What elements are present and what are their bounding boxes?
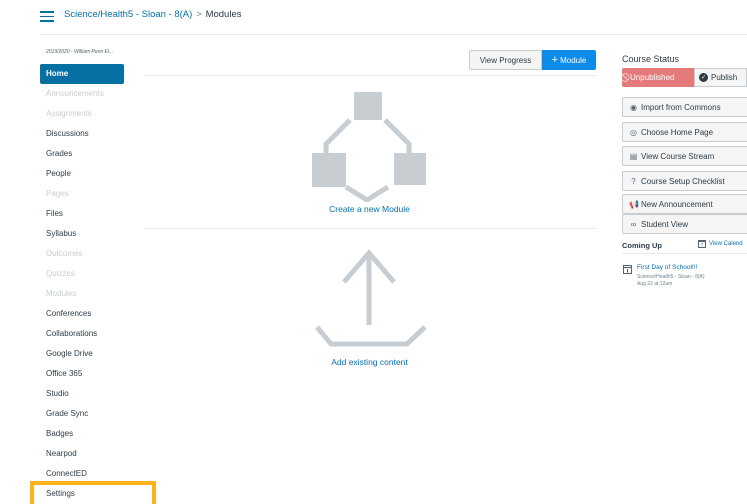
create-module-link[interactable]: Create a new Module <box>312 204 427 214</box>
module-graphic-icon <box>312 92 426 202</box>
plus-icon: + <box>551 53 559 66</box>
settings-highlight-box <box>30 481 156 504</box>
calendar-icon: 7 <box>698 240 706 248</box>
nav-item-collaborations[interactable]: Collaborations <box>40 324 124 344</box>
view-progress-button[interactable]: View Progress <box>469 50 542 70</box>
hamburger-menu-icon[interactable] <box>40 11 54 22</box>
upload-arrow-icon <box>315 249 427 347</box>
nav-item-people[interactable]: People <box>40 164 124 184</box>
term-label: 2019/2020 - William Penn El... <box>46 49 114 55</box>
course-setup-checklist-button[interactable]: ? Course Setup Checklist <box>622 171 747 191</box>
view-course-stream-button[interactable]: ▤ View Course Stream <box>622 146 747 166</box>
view-calendar-label: View Calend <box>709 241 743 247</box>
toolbar-divider <box>145 75 596 76</box>
nav-item-nearpod[interactable]: Nearpod <box>40 444 124 464</box>
new-announcement-button[interactable]: 📢 New Announcement <box>622 194 747 214</box>
target-icon: ◎ <box>630 127 637 137</box>
event-time: Aug 22 at 12am <box>637 281 673 287</box>
nav-item-google-drive[interactable]: Google Drive <box>40 344 124 364</box>
content-divider <box>145 228 596 229</box>
nav-item-pages[interactable]: Pages <box>40 184 124 204</box>
add-module-button[interactable]: + Module <box>542 50 596 70</box>
breadcrumb-course-link[interactable]: Science/Health5 - Sloan - 8(A) <box>64 9 192 20</box>
nav-item-conferences[interactable]: Conferences <box>40 304 124 324</box>
publish-button[interactable]: ✓ Publish <box>694 68 747 87</box>
student-view-button[interactable]: ∞ Student View <box>622 214 747 234</box>
unpublished-label: Unpublished <box>630 73 675 82</box>
sidebar-button-label: Course Setup Checklist <box>641 176 725 186</box>
nav-item-grades[interactable]: Grades <box>40 144 124 164</box>
sidebar-button-label: Choose Home Page <box>641 127 714 137</box>
course-navigation: Home Announcements Assignments Discussions G… <box>40 64 124 504</box>
check-circle-icon: ✓ <box>699 73 708 82</box>
nav-item-home[interactable]: Home <box>40 64 124 84</box>
nav-item-modules[interactable]: Modules <box>40 284 124 304</box>
question-icon: ? <box>631 176 636 186</box>
nav-item-badges[interactable]: Badges <box>40 424 124 444</box>
event-course: Science/Health5 - Sloan - 8(A) <box>637 274 705 280</box>
event-title-link[interactable]: First Day of School!!! <box>637 264 697 271</box>
breadcrumb: Science/Health5 - Sloan - 8(A) > Modules <box>64 9 242 20</box>
nav-item-grade-sync[interactable]: Grade Sync <box>40 404 124 424</box>
nav-item-office-365[interactable]: Office 365 <box>40 364 124 384</box>
sidebar-button-label: Student View <box>641 219 688 229</box>
add-existing-content-link[interactable]: Add existing content <box>312 357 427 367</box>
nav-item-syllabus[interactable]: Syllabus <box>40 224 124 244</box>
breadcrumb-current: Modules <box>205 9 242 20</box>
top-bar: Science/Health5 - Sloan - 8(A) > Modules <box>0 0 747 34</box>
add-module-label: Module <box>560 55 587 65</box>
unpublished-button[interactable]: ⃠Unpublished <box>622 68 694 87</box>
nav-item-studio[interactable]: Studio <box>40 384 124 404</box>
calendar-event-icon <box>623 265 632 274</box>
stream-icon: ▤ <box>629 151 638 161</box>
nav-item-discussions[interactable]: Discussions <box>40 124 124 144</box>
megaphone-icon: 📢 <box>629 199 639 209</box>
sidebar-button-label: View Course Stream <box>641 151 715 161</box>
header-divider <box>40 34 747 35</box>
nav-item-outcomes[interactable]: Outcomes <box>40 244 124 264</box>
commons-icon: ◉ <box>630 102 637 112</box>
nav-item-quizzes[interactable]: Quizzes <box>40 264 124 284</box>
sidebar-button-label: New Announcement <box>641 199 713 209</box>
choose-home-page-button[interactable]: ◎ Choose Home Page <box>622 122 747 142</box>
nav-item-assignments[interactable]: Assignments <box>40 104 124 124</box>
coming-up-title: Coming Up <box>622 241 662 250</box>
nav-item-announcements[interactable]: Announcements <box>40 84 124 104</box>
coming-up-divider <box>622 253 747 254</box>
import-from-commons-button[interactable]: ◉ Import from Commons <box>622 97 747 117</box>
breadcrumb-separator: > <box>196 9 202 19</box>
publish-label: Publish <box>711 73 738 82</box>
sidebar-button-label: Import from Commons <box>641 102 721 112</box>
nav-item-files[interactable]: Files <box>40 204 124 224</box>
view-calendar-link[interactable]: 7 View Calend <box>698 240 743 248</box>
course-status-title: Course Status <box>622 54 680 64</box>
modules-toolbar: View Progress + Module <box>469 50 596 70</box>
glasses-icon: ∞ <box>630 219 637 229</box>
